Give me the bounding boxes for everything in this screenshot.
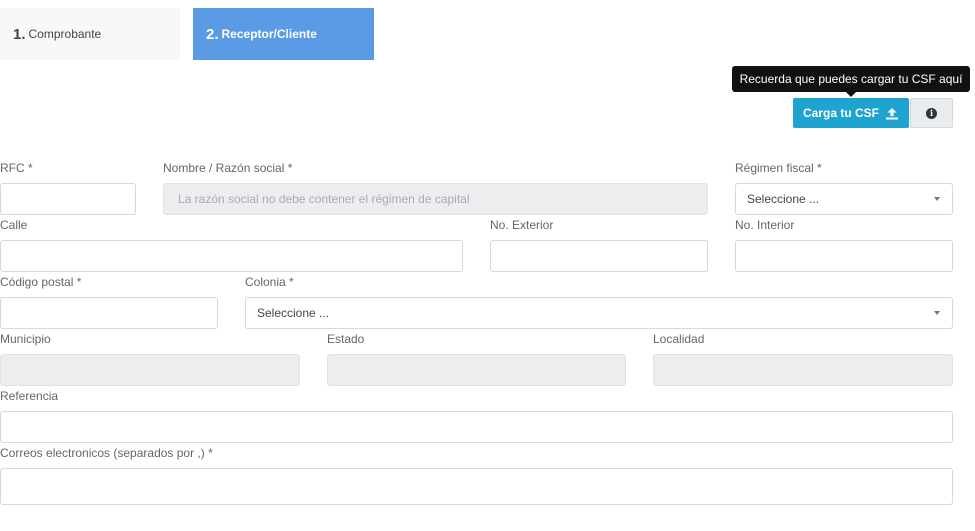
no-exterior-label: No. Exterior (490, 218, 554, 232)
no-interior-label: No. Interior (735, 218, 795, 232)
csf-tooltip: Recuerda que puedes cargar tu CSF aquí (732, 66, 970, 92)
tab-receptor-cliente[interactable]: 2. Receptor/Cliente (193, 8, 374, 60)
upload-csf-button[interactable]: Carga tu CSF (793, 98, 909, 128)
correos-input[interactable] (0, 468, 953, 505)
razon-social-label: Nombre / Razón social * (163, 161, 293, 175)
tooltip-arrow (846, 92, 856, 97)
razon-social-input[interactable]: La razón social no debe contener el régi… (163, 183, 708, 215)
localidad-input (653, 354, 953, 386)
no-exterior-input[interactable] (490, 240, 708, 272)
localidad-label: Localidad (653, 332, 705, 346)
colonia-selected: Seleccione ... (257, 306, 330, 320)
codigo-postal-input[interactable] (0, 297, 218, 329)
codigo-postal-label: Código postal * (0, 275, 82, 289)
calle-input[interactable] (0, 240, 463, 272)
chevron-down-icon (934, 311, 940, 315)
rfc-input[interactable] (0, 183, 136, 215)
upload-csf-label: Carga tu CSF (802, 106, 879, 120)
tab-comprobante[interactable]: 1. Comprobante (0, 8, 180, 60)
estado-input (327, 354, 626, 386)
calle-label: Calle (0, 218, 28, 232)
chevron-down-icon (934, 197, 940, 201)
municipio-input (0, 354, 300, 386)
tab-number: 1. (13, 25, 26, 43)
regimen-label: Régimen fiscal * (735, 161, 822, 175)
regimen-selected: Seleccione ... (747, 192, 820, 206)
upload-icon (886, 107, 898, 119)
colonia-select[interactable]: Seleccione ... (245, 297, 953, 329)
tab-label: Receptor/Cliente (221, 27, 317, 41)
no-interior-input[interactable] (735, 240, 953, 272)
tab-label: Comprobante (28, 27, 102, 41)
estado-label: Estado (327, 332, 365, 346)
tab-number: 2. (206, 25, 219, 43)
referencia-label: Referencia (0, 389, 59, 403)
regimen-select[interactable]: Seleccione ... (735, 183, 953, 215)
rfc-label: RFC * (0, 161, 33, 175)
municipio-label: Municipio (0, 332, 51, 346)
colonia-label: Colonia * (245, 275, 294, 289)
info-button[interactable]: i (910, 98, 953, 128)
correos-label: Correos electronicos (separados por ,) * (0, 446, 213, 460)
info-icon: i (926, 107, 937, 119)
referencia-input[interactable] (0, 411, 953, 443)
